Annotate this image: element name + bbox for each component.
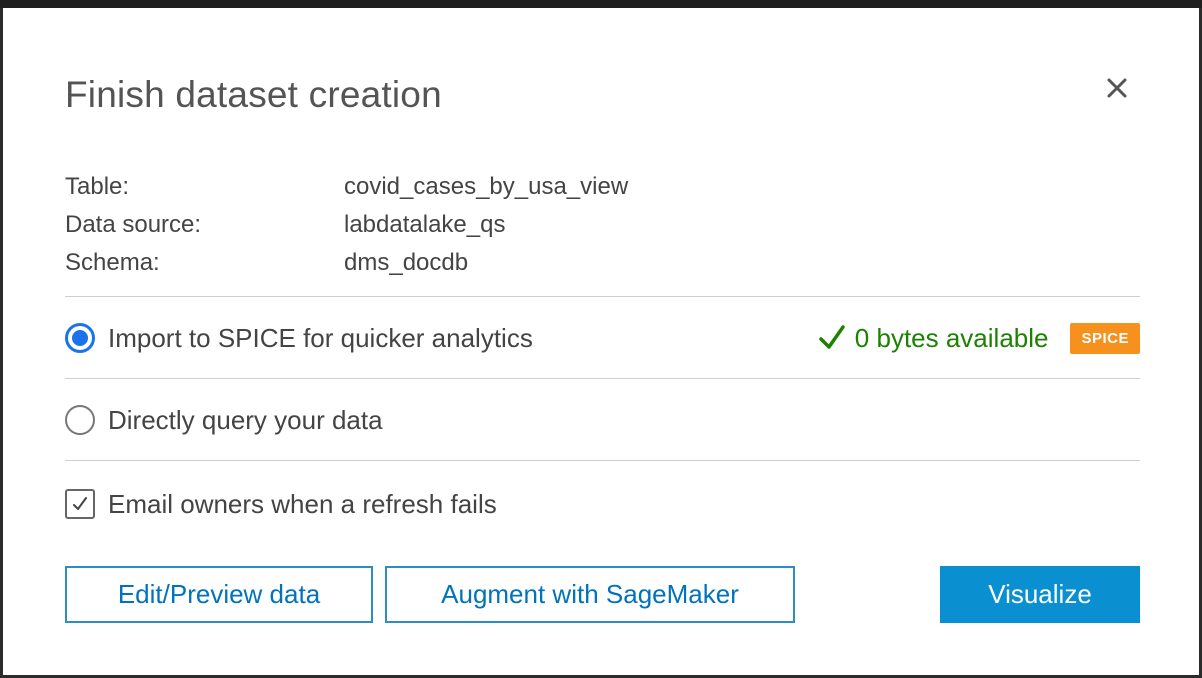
info-row-table: Table: covid_cases_by_usa_view [65,168,765,206]
email-owners-checkbox[interactable] [65,489,95,519]
info-label: Table: [65,173,130,200]
close-button[interactable] [1101,72,1133,104]
divider [65,296,1140,297]
info-row-data-source: Data source: labdatalake_qs [65,206,765,244]
info-label: Data source: [65,211,202,238]
info-label: Schema: [65,249,160,276]
info-value: dms_docdb [344,249,469,276]
backdrop [0,0,1202,8]
dialog-title: Finish dataset creation [65,74,442,115]
spice-capacity-text: 0 bytes available [854,322,1049,353]
check-icon [819,325,845,349]
checkmark-icon [73,497,87,510]
divider [65,460,1140,461]
email-owners-label: Email owners when a refresh fails [108,488,497,519]
finish-dataset-dialog: Finish dataset creation Table: covid_cas… [3,8,1199,675]
option-email-owners[interactable]: Email owners when a refresh fails [65,484,1140,524]
close-icon [1107,78,1127,98]
divider [65,378,1140,379]
direct-query-label: Directly query your data [108,404,383,435]
info-value: covid_cases_by_usa_view [344,173,629,200]
option-spice[interactable]: Import to SPICE for quicker analytics 0 … [65,318,1140,358]
option-direct-query[interactable]: Directly query your data [65,400,1140,440]
spice-radio[interactable] [65,323,95,353]
augment-sagemaker-button[interactable]: Augment with SageMaker [385,566,795,623]
spice-option-label: Import to SPICE for quicker analytics [108,322,533,353]
dataset-info: Table: covid_cases_by_usa_view Data sour… [65,168,765,282]
edit-preview-button[interactable]: Edit/Preview data [65,566,373,623]
spice-capacity-status: 0 bytes available SPICE [817,322,1140,354]
info-value: labdatalake_qs [344,211,506,238]
direct-query-radio[interactable] [65,405,95,435]
info-row-schema: Schema: dms_docdb [65,244,765,282]
visualize-button[interactable]: Visualize [940,566,1140,623]
spice-badge: SPICE [1070,322,1140,354]
